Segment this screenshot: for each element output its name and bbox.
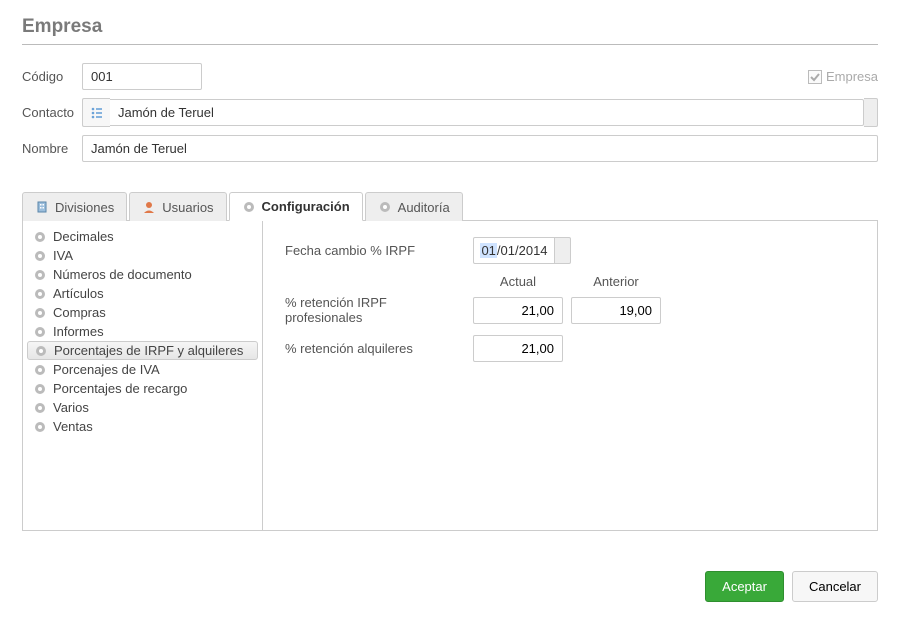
empresa-checkbox-group: Empresa [808, 69, 878, 84]
sidebar-item[interactable]: Artículos [23, 284, 262, 303]
sidebar-item[interactable]: Decimales [23, 227, 262, 246]
sidebar-item[interactable]: Porcentajes de IRPF y alquileres [27, 341, 258, 360]
ret-prof-actual-field[interactable] [473, 297, 563, 324]
tab-bar: Divisiones Usuarios Configuración Audito… [22, 192, 878, 221]
sidebar-item-label: Artículos [53, 286, 104, 301]
sidebar-item-label: Porcenajes de IVA [53, 362, 160, 377]
col-actual: Actual [473, 274, 563, 289]
column-headers: Actual Anterior [285, 274, 855, 289]
sidebar-item-label: Informes [53, 324, 104, 339]
sidebar-item[interactable]: Porcentajes de recargo [23, 379, 262, 398]
row-ret-alq: % retención alquileres [285, 335, 855, 362]
cancel-button[interactable]: Cancelar [792, 571, 878, 602]
tab-content: Decimales IVA Números de documento Artículo… [22, 221, 878, 531]
building-icon [35, 200, 49, 214]
gear-icon [33, 363, 47, 377]
row-contacto: Contacto [22, 98, 878, 127]
empresa-checkbox-label: Empresa [826, 69, 878, 84]
sidebar-item-label: Porcentajes de IRPF y alquileres [54, 343, 243, 358]
tab-label: Divisiones [55, 200, 114, 215]
sidebar-item[interactable]: Compras [23, 303, 262, 322]
fecha-dropdown-button[interactable] [555, 237, 571, 264]
sidebar-item-label: IVA [53, 248, 73, 263]
label-ret-alq: % retención alquileres [285, 341, 465, 356]
list-icon [90, 106, 104, 120]
nombre-field[interactable] [82, 135, 878, 162]
label-nombre: Nombre [22, 141, 82, 156]
sidebar-item-label: Números de documento [53, 267, 192, 282]
sidebar-item[interactable]: Ventas [23, 417, 262, 436]
tab-label: Usuarios [162, 200, 213, 215]
gear-icon [34, 344, 48, 358]
sidebar-item-label: Compras [53, 305, 106, 320]
gear-icon [33, 401, 47, 415]
gear-icon [33, 249, 47, 263]
tab-auditoria[interactable]: Auditoría [365, 192, 463, 221]
gear-icon [33, 230, 47, 244]
ret-prof-anterior-field[interactable] [571, 297, 661, 324]
sidebar-item-label: Porcentajes de recargo [53, 381, 187, 396]
label-codigo: Código [22, 69, 82, 84]
contacto-dropdown-button[interactable] [864, 98, 878, 127]
gear-icon [33, 325, 47, 339]
sidebar-item-label: Ventas [53, 419, 93, 434]
gear-icon [33, 287, 47, 301]
tab-divisiones[interactable]: Divisiones [22, 192, 127, 221]
label-ret-prof: % retención IRPF profesionales [285, 295, 465, 325]
contacto-lookup-button[interactable] [82, 98, 110, 127]
sidebar-item[interactable]: Porcenajes de IVA [23, 360, 262, 379]
sidebar-item[interactable]: Informes [23, 322, 262, 341]
gear-icon [33, 420, 47, 434]
sidebar-item[interactable]: Varios [23, 398, 262, 417]
row-codigo: Código Empresa [22, 63, 878, 90]
sidebar-item[interactable]: IVA [23, 246, 262, 265]
col-anterior: Anterior [571, 274, 661, 289]
ret-alq-actual-field[interactable] [473, 335, 563, 362]
gear-icon [378, 200, 392, 214]
fecha-field[interactable]: 01/01/2014 [473, 237, 555, 264]
gear-icon [33, 268, 47, 282]
tab-usuarios[interactable]: Usuarios [129, 192, 226, 221]
contacto-field[interactable] [110, 99, 864, 126]
sidebar-item-label: Decimales [53, 229, 114, 244]
dialog-buttons: Aceptar Cancelar [705, 571, 878, 602]
empresa-dialog: Empresa Código Empresa Contacto Nombre [0, 0, 900, 620]
label-contacto: Contacto [22, 105, 82, 120]
empresa-checkbox[interactable] [808, 70, 822, 84]
tab-configuracion[interactable]: Configuración [229, 192, 363, 221]
tab-label: Configuración [262, 199, 350, 214]
codigo-field[interactable] [82, 63, 202, 90]
label-fecha: Fecha cambio % IRPF [285, 243, 465, 258]
page-title: Empresa [22, 16, 878, 45]
config-sidebar: Decimales IVA Números de documento Artículo… [23, 221, 263, 530]
user-icon [142, 200, 156, 214]
sidebar-item[interactable]: Números de documento [23, 265, 262, 284]
check-icon [810, 72, 820, 82]
gear-icon [242, 200, 256, 214]
sidebar-item-label: Varios [53, 400, 89, 415]
gear-icon [33, 382, 47, 396]
tab-label: Auditoría [398, 200, 450, 215]
config-panel: Fecha cambio % IRPF 01/01/2014 Actual An… [263, 221, 877, 530]
row-fecha: Fecha cambio % IRPF 01/01/2014 [285, 237, 855, 264]
row-ret-prof: % retención IRPF profesionales [285, 295, 855, 325]
gear-icon [33, 306, 47, 320]
row-nombre: Nombre [22, 135, 878, 162]
accept-button[interactable]: Aceptar [705, 571, 784, 602]
